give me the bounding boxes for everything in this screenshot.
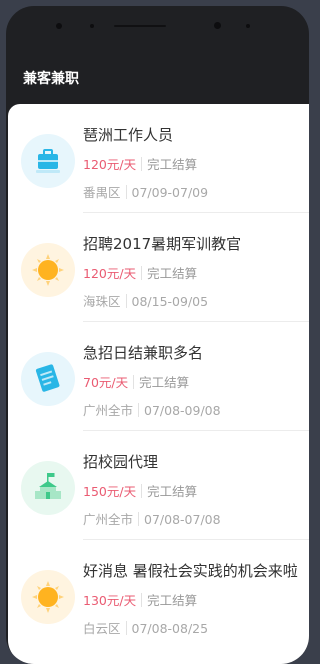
document-icon — [21, 352, 75, 406]
divider — [138, 512, 140, 526]
job-meta-row: 广州全市 07/08-07/08 — [83, 509, 221, 528]
divider — [125, 294, 127, 308]
job-title: 琶洲工作人员 — [83, 126, 174, 144]
divider — [141, 593, 143, 607]
divider — [141, 266, 143, 280]
job-meta-row: 广州全市 07/08-09/08 — [83, 400, 221, 419]
job-salary: 150元/天 — [83, 484, 137, 499]
job-district: 海珠区 — [83, 294, 121, 309]
job-title: 急招日结兼职多名 — [83, 344, 204, 362]
job-title: 招校园代理 — [83, 453, 159, 471]
divider — [141, 157, 143, 171]
job-list-item[interactable]: 招聘2017暑期军训教官 120元/天 完工结算 海珠区 08/15-09/05 — [8, 213, 309, 322]
job-pay-row: 150元/天 完工结算 — [83, 481, 197, 500]
job-list-item[interactable]: 好消息 暑假社会实践的机会来啦 130元/天 完工结算 白云区 07/08-08/2… — [8, 540, 309, 649]
sun-icon — [21, 243, 75, 297]
job-pay-row: 130元/天 完工结算 — [83, 590, 197, 609]
sensor-dot — [56, 23, 62, 29]
job-salary: 70元/天 — [83, 375, 129, 390]
job-list-item[interactable]: 急招日结兼职多名 70元/天 完工结算 广州全市 07/08-09/08 — [8, 322, 309, 431]
briefcase-icon — [21, 134, 75, 188]
job-settlement: 完工结算 — [147, 266, 198, 281]
sun-icon — [21, 570, 75, 624]
school-icon — [21, 461, 75, 515]
front-camera — [214, 22, 221, 29]
job-pay-row: 70元/天 完工结算 — [83, 372, 189, 391]
divider — [138, 403, 140, 417]
job-salary: 120元/天 — [83, 266, 137, 281]
job-district: 广州全市 — [83, 403, 134, 418]
page-title: 兼客兼职 — [23, 71, 79, 87]
job-dates: 08/15-09/05 — [131, 294, 209, 309]
job-list-item[interactable]: 招校园代理 150元/天 完工结算 广州全市 07/08-07/08 — [8, 431, 309, 540]
divider — [125, 621, 127, 635]
job-settlement: 完工结算 — [147, 157, 198, 172]
status-bar — [6, 6, 309, 50]
job-district: 广州全市 — [83, 512, 134, 527]
job-salary: 130元/天 — [83, 593, 137, 608]
job-settlement: 完工结算 — [139, 375, 190, 390]
job-meta-row: 番禺区 07/09-07/09 — [83, 182, 208, 201]
job-title: 好消息 暑假社会实践的机会来啦 — [83, 562, 298, 580]
job-meta-row: 白云区 07/08-08/25 — [83, 618, 208, 637]
job-district: 番禺区 — [83, 185, 121, 200]
job-settlement: 完工结算 — [147, 484, 198, 499]
job-dates: 07/09-07/09 — [131, 185, 209, 200]
job-dates: 07/08-09/08 — [144, 403, 221, 418]
job-meta-row: 海珠区 08/15-09/05 — [83, 291, 208, 310]
sensor-dot — [90, 24, 94, 28]
job-dates: 07/08-07/08 — [144, 512, 221, 527]
sensor-dot — [246, 24, 250, 28]
job-salary: 120元/天 — [83, 157, 137, 172]
job-list-item[interactable]: 琶洲工作人员 120元/天 完工结算 番禺区 07/09-07/09 — [8, 104, 309, 213]
job-dates: 07/08-08/25 — [131, 621, 209, 636]
app-header: 兼客兼职 — [6, 50, 309, 106]
phone-frame: 兼客兼职 琶洲工作人员 120元/天完工结算 番禺区07/09-07/09 — [6, 6, 309, 664]
job-district: 白云区 — [83, 621, 121, 636]
divider — [125, 185, 127, 199]
earpiece-speaker — [114, 25, 166, 27]
divider — [133, 375, 135, 389]
job-settlement: 完工结算 — [147, 593, 198, 608]
job-pay-row: 120元/天 完工结算 — [83, 154, 197, 173]
job-pay-row: 120元/天 完工结算 — [83, 263, 197, 282]
job-list: 琶洲工作人员 120元/天 完工结算 番禺区 07/09-07/09 招聘201… — [8, 104, 309, 664]
job-title: 招聘2017暑期军训教官 — [83, 235, 242, 253]
divider — [141, 484, 143, 498]
